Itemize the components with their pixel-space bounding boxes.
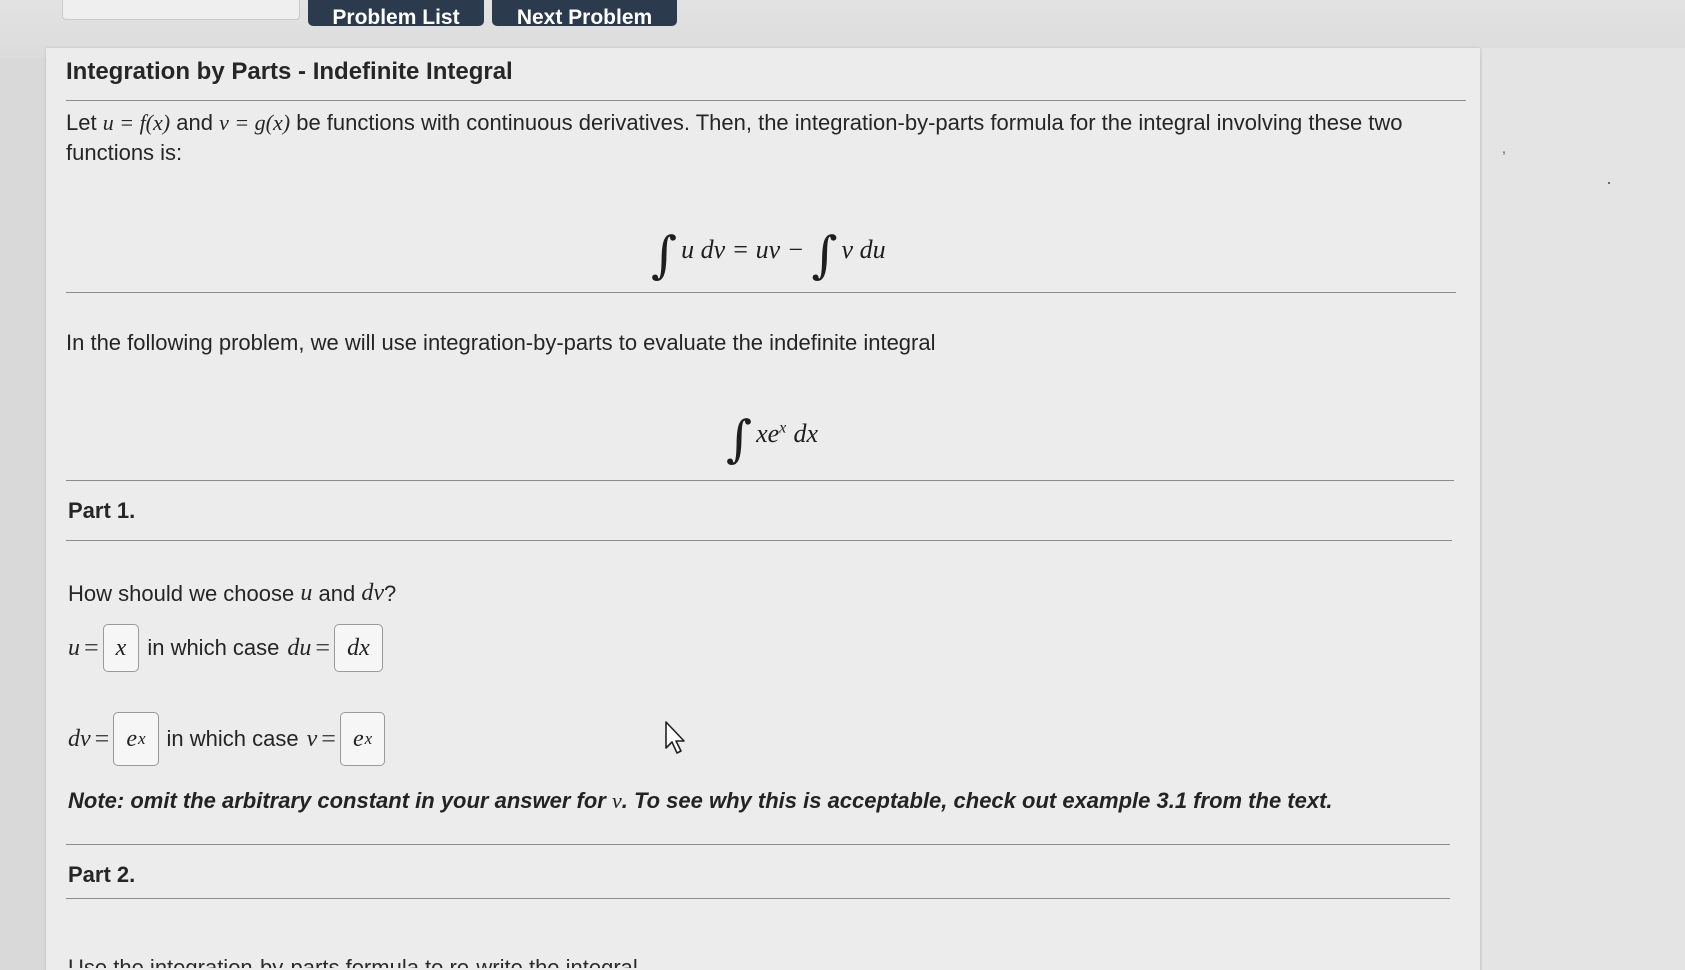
intro-paragraph: Let u = f(x) and v = g(x) be functions w… [66, 108, 1456, 168]
right-margin: , · [1482, 48, 1685, 970]
v-answer-exponent: x [364, 729, 373, 748]
parts-formula: ∫ u dv = uv − ∫ v du [651, 226, 886, 284]
intro-and: and [176, 110, 213, 135]
blank-tab[interactable] [62, 0, 300, 20]
speck: · [1606, 172, 1612, 192]
dv-variable: dv [68, 725, 91, 752]
problem-divider [66, 480, 1454, 481]
note-divider [66, 844, 1450, 845]
v-answer-base: e [352, 725, 364, 752]
part-1-question: How should we choose u and dv? [68, 580, 396, 607]
part-2-instruction: Use the integration-by-parts formula to … [68, 955, 638, 968]
problem-panel: Integration by Parts - Indefinite Integr… [46, 48, 1480, 970]
mouse-pointer-icon [665, 721, 685, 754]
equals-sign: = [84, 633, 99, 662]
u-answer-box[interactable]: x [102, 624, 140, 672]
equals-sign: = [321, 724, 336, 753]
v-variable: v [306, 725, 318, 752]
du-variable: du [287, 634, 312, 661]
part-2-divider [66, 898, 1450, 899]
question-u: u [300, 580, 313, 606]
dv-answer-row: dv = ex in which case v = ex [68, 712, 386, 766]
formula-rhs: v du [841, 235, 886, 264]
dv-answer-box[interactable]: ex [113, 712, 159, 766]
question-and: and [318, 580, 356, 606]
du-answer-box[interactable]: dx [334, 624, 383, 672]
row1-middle-text: in which case [147, 635, 280, 660]
equals-sign: = [94, 724, 110, 753]
speck: , [1502, 140, 1506, 156]
problem-statement: In the following problem, we will use in… [66, 330, 936, 355]
integral-sign-icon: ∫ [651, 226, 678, 284]
dv-answer-exponent: x [137, 729, 146, 748]
question-prefix: How should we choose [68, 580, 295, 606]
integrand-exponent: x [779, 419, 787, 437]
note-variable: v [612, 788, 622, 813]
part-1-note: Note: omit the arbitrary constant in you… [68, 788, 1333, 814]
note-prefix: Note: omit the arbitrary constant in you… [68, 788, 606, 813]
integral-sign-icon: ∫ [726, 410, 753, 468]
integrand: xe [756, 419, 780, 448]
title-divider [66, 100, 1466, 101]
part-1-divider [66, 540, 1452, 541]
u-answer-row: u = x in which case du = dx [68, 624, 383, 672]
formula-lhs: u dv = uv − [681, 235, 805, 264]
integral-sign-icon: ∫ [811, 226, 838, 284]
part-1-label: Part 1. [68, 498, 136, 523]
note-suffix: . To see why this is acceptable, check o… [621, 788, 1333, 813]
question-dv: dv [361, 580, 384, 606]
question-suffix: ? [384, 580, 397, 606]
next-problem-button[interactable]: Next Problem [492, 0, 677, 26]
u-definition: u = f(x) [102, 110, 171, 135]
part-2-label: Part 2. [68, 862, 136, 887]
row2-middle-text: in which case [166, 726, 299, 751]
v-answer-box[interactable]: ex [339, 712, 386, 766]
v-definition: v = g(x) [219, 110, 291, 135]
differential: dx [793, 419, 819, 448]
intro-let: Let [66, 110, 97, 135]
u-variable: u [68, 634, 80, 661]
formula-divider [66, 292, 1456, 293]
problem-list-button[interactable]: Problem List [308, 0, 484, 26]
equals-sign: = [315, 633, 331, 662]
dv-answer-base: e [126, 725, 137, 752]
page-title: Integration by Parts - Indefinite Integr… [66, 58, 513, 85]
target-integral: ∫ xex dx [726, 410, 818, 468]
